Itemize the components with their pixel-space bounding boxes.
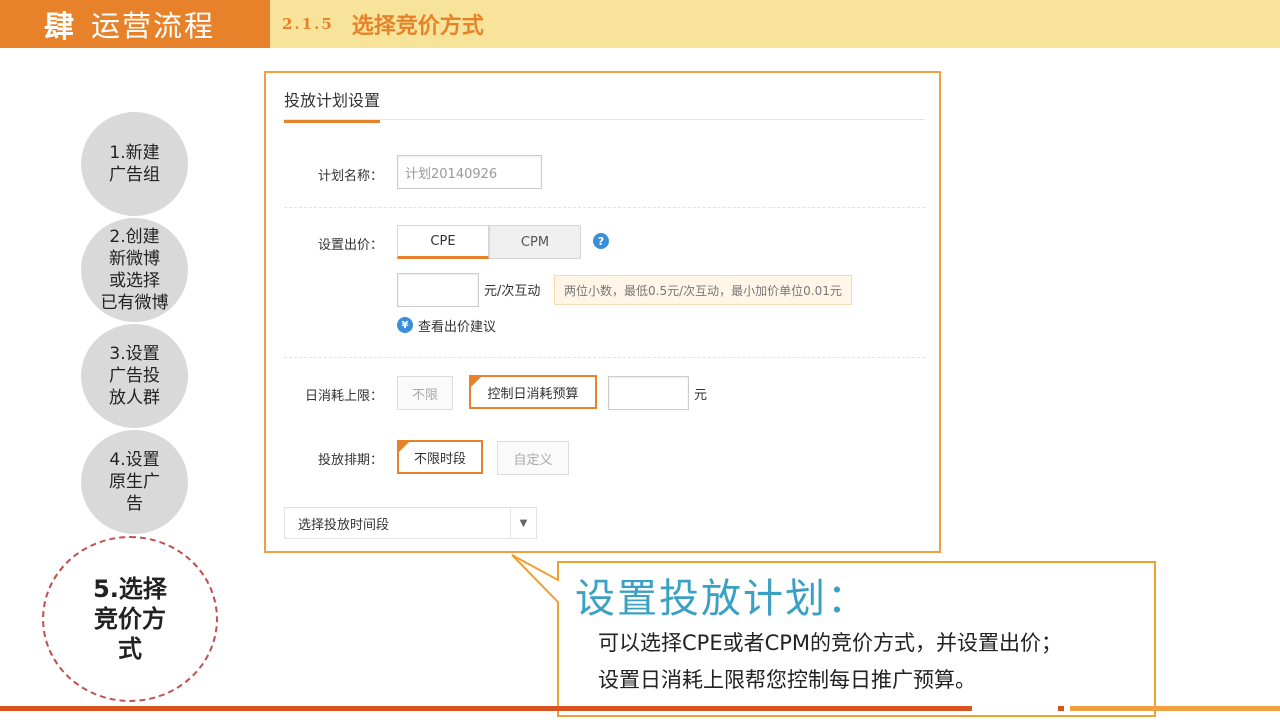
plan-name-label: 计划名称：	[317, 169, 383, 184]
schedule-label: 投放排期：	[317, 453, 383, 468]
schedule-custom[interactable]: 自定义	[497, 441, 569, 475]
bid-label: 设置出价：	[317, 238, 383, 253]
callout-line-2: 设置日消耗上限帮您控制每日推广预算。	[598, 668, 976, 692]
panel-divider	[284, 119, 925, 120]
bottom-accent-dot	[1058, 706, 1064, 711]
tab-cpm[interactable]: CPM	[489, 225, 581, 259]
step-2-create-weibo: 2.创建 新微博 或选择 已有微博	[81, 218, 188, 322]
bid-hint: 两位小数，最低0.5元/次互动，最小加价单位0.01元	[554, 275, 852, 305]
step-5-bidding-method: 5.选择 竞价方 式	[42, 536, 218, 702]
section-number: 肆	[44, 10, 75, 45]
plan-name-input[interactable]	[397, 155, 542, 189]
tab-cpe[interactable]: CPE	[397, 225, 489, 259]
callout-line-1: 可以选择CPE或者CPM的竞价方式，并设置出价；	[598, 631, 1063, 655]
section-header: 肆 运营流程	[0, 0, 270, 48]
step-3-set-audience: 3.设置 广告投 放人群	[81, 324, 188, 428]
section-title: 运营流程	[91, 9, 216, 43]
subsection-title: 选择竞价方式	[351, 14, 484, 39]
bid-amount-input[interactable]	[397, 273, 479, 307]
step-4-native-ad: 4.设置 原生广 告	[81, 430, 188, 534]
step-1-new-ad-group: 1.新建 广告组	[81, 112, 188, 216]
help-icon[interactable]: ?	[593, 233, 609, 249]
bid-suggest-link[interactable]: 查看出价建议	[418, 316, 496, 335]
separator	[284, 207, 925, 208]
separator	[284, 357, 925, 358]
bottom-accent-bar	[0, 706, 972, 711]
chevron-down-icon: ▼	[510, 508, 536, 538]
subsection-number: 2.1.5	[282, 15, 334, 33]
panel-title: 投放计划设置	[284, 87, 381, 123]
daily-limit-label: 日消耗上限：	[304, 389, 383, 404]
schedule-unlimited-time[interactable]: 不限时段	[397, 440, 483, 474]
bottom-accent-bar-right	[1070, 706, 1280, 711]
time-period-select[interactable]: 选择投放时间段 ▼	[284, 507, 537, 539]
daily-limit-unlimited[interactable]: 不限	[397, 376, 453, 410]
daily-limit-control-budget[interactable]: 控制日消耗预算	[469, 375, 597, 409]
callout-title: 设置投放计划：	[575, 576, 869, 622]
bid-unit: 元/次互动	[484, 284, 541, 299]
daily-budget-input[interactable]	[608, 376, 689, 410]
yen-icon: ¥	[397, 317, 413, 333]
time-period-select-label: 选择投放时间段	[298, 517, 390, 533]
daily-limit-unit: 元	[694, 388, 708, 403]
plan-settings-panel: 投放计划设置 计划名称： 设置出价： CPE CPM ? 元/次互动 两位小数，…	[264, 71, 941, 553]
subsection-header: 2.1.5 选择竞价方式	[270, 0, 1280, 48]
